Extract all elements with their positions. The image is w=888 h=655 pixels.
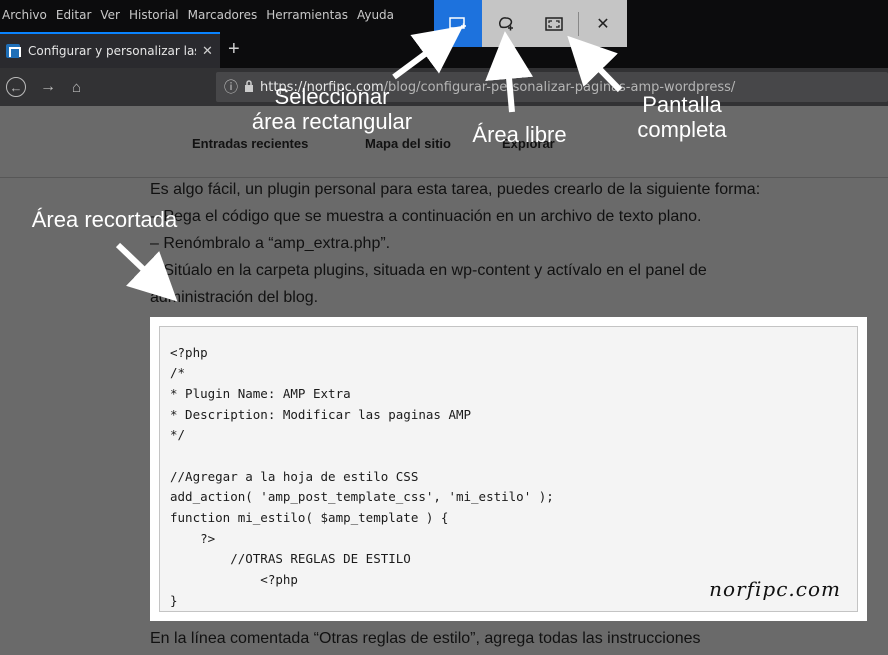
annotation-select-line1: Seleccionar (274, 84, 390, 109)
arrow-select (392, 25, 464, 80)
annotation-full: Pantalla completa (630, 92, 734, 142)
annotation-select-line2: área rectangular (251, 109, 413, 134)
annotation-cropped: Área recortada (31, 207, 178, 232)
annotation-full-line1: Pantalla (642, 92, 722, 117)
arrow-cropped (115, 242, 178, 302)
annotation-arrows (115, 25, 623, 302)
annotation-free: Área libre (472, 122, 567, 147)
annotation-full-line2: completa (637, 117, 727, 142)
annotation-select: Seleccionar área rectangular (242, 84, 422, 134)
arrow-free (485, 31, 534, 113)
arrow-full (567, 35, 623, 93)
